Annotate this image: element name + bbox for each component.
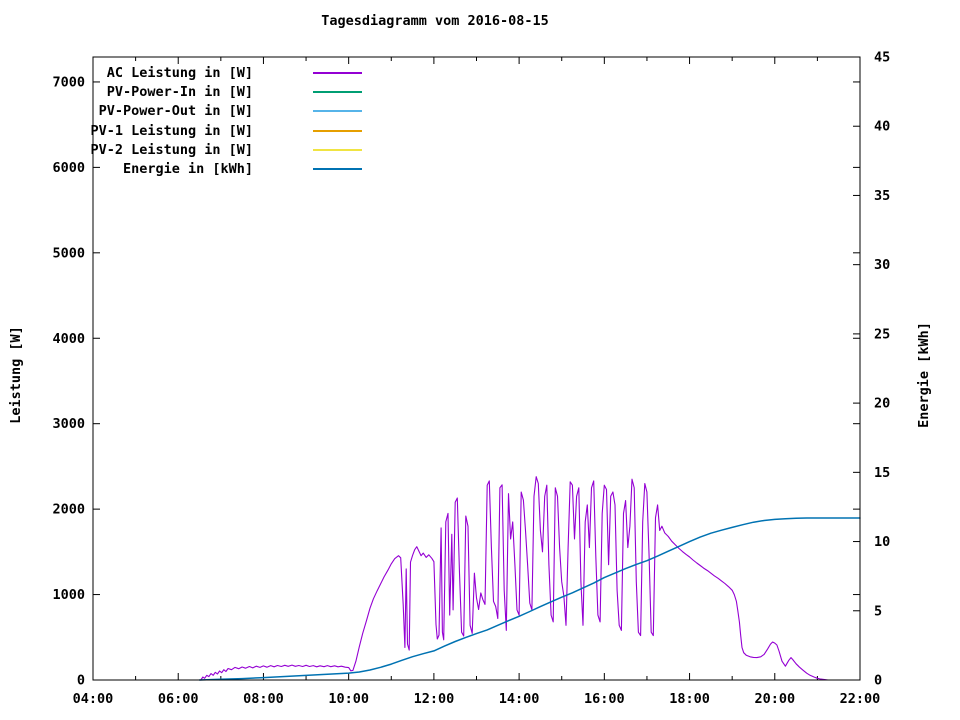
x-tick-label: 22:00 (840, 691, 881, 707)
legend-label: PV-Power-In in [W] (106, 83, 253, 100)
legend-label: PV-1 Leistung in [W] (90, 122, 253, 139)
y-left-tick-label: 2000 (52, 502, 85, 518)
y-right-tick-label: 35 (874, 188, 890, 204)
y-left-tick-label: 0 (77, 673, 85, 689)
y-right-tick-label: 15 (874, 465, 890, 481)
legend-swatch (313, 129, 362, 132)
y-right-tick-label: 5 (874, 603, 882, 619)
x-tick-label: 10:00 (328, 691, 369, 707)
legend-label: PV-2 Leistung in [W] (90, 141, 253, 158)
y-right-tick-label: 40 (874, 119, 890, 135)
x-tick-label: 12:00 (414, 691, 455, 707)
x-tick-label: 20:00 (754, 691, 795, 707)
x-tick-label: 18:00 (669, 691, 710, 707)
y-right-tick-label: 0 (874, 673, 882, 689)
legend-swatch (313, 71, 362, 74)
legend-row-energie: Energie in [kWh] (80, 159, 362, 178)
chart-title: Tagesdiagramm vom 2016-08-15 (321, 13, 549, 29)
y-axis-label-right: Energie [kWh] (916, 322, 932, 428)
x-tick-label: 14:00 (499, 691, 540, 707)
x-tick-label: 04:00 (73, 691, 114, 707)
legend-label: Energie in [kWh] (122, 161, 253, 178)
legend-row-pv1: PV-1 Leistung in [W] (80, 121, 362, 140)
y-right-tick-label: 25 (874, 326, 890, 342)
y-left-tick-label: 4000 (52, 331, 85, 347)
y-right-tick-label: 20 (874, 396, 890, 412)
legend-row-ac: AC Leistung in [W] (80, 63, 362, 82)
x-tick-label: 08:00 (243, 691, 284, 707)
series-ac-leistung (200, 476, 829, 681)
legend-swatch (313, 90, 362, 93)
y-right-tick-label: 45 (874, 50, 890, 66)
legend-row-pv-power-out: PV-Power-Out in [W] (80, 102, 362, 121)
y-axis-label-left: Leistung [W] (8, 326, 24, 424)
y-right-tick-label: 30 (874, 257, 890, 273)
y-left-tick-label: 3000 (52, 416, 85, 432)
legend-swatch (313, 168, 362, 171)
y-left-tick-label: 1000 (52, 587, 85, 603)
series-lines (198, 476, 861, 681)
legend-label: PV-Power-Out in [W] (98, 103, 253, 120)
daily-pv-chart-screen: 04:00 06:00 08:00 10:00 12:00 14:00 16:00 18:00… (0, 0, 960, 720)
legend-swatch (313, 148, 362, 151)
y-right-tick-label: 10 (874, 534, 890, 550)
legend-label: AC Leistung in [W] (106, 64, 253, 81)
legend: AC Leistung in [W] PV-Power-In in [W] PV… (80, 63, 362, 179)
legend-swatch (313, 110, 362, 113)
x-tick-label: 16:00 (584, 691, 625, 707)
y-left-tick-label: 5000 (52, 245, 85, 261)
x-tick-label: 06:00 (158, 691, 199, 707)
legend-row-pv-power-in: PV-Power-In in [W] (80, 82, 362, 101)
legend-row-pv2: PV-2 Leistung in [W] (80, 140, 362, 159)
